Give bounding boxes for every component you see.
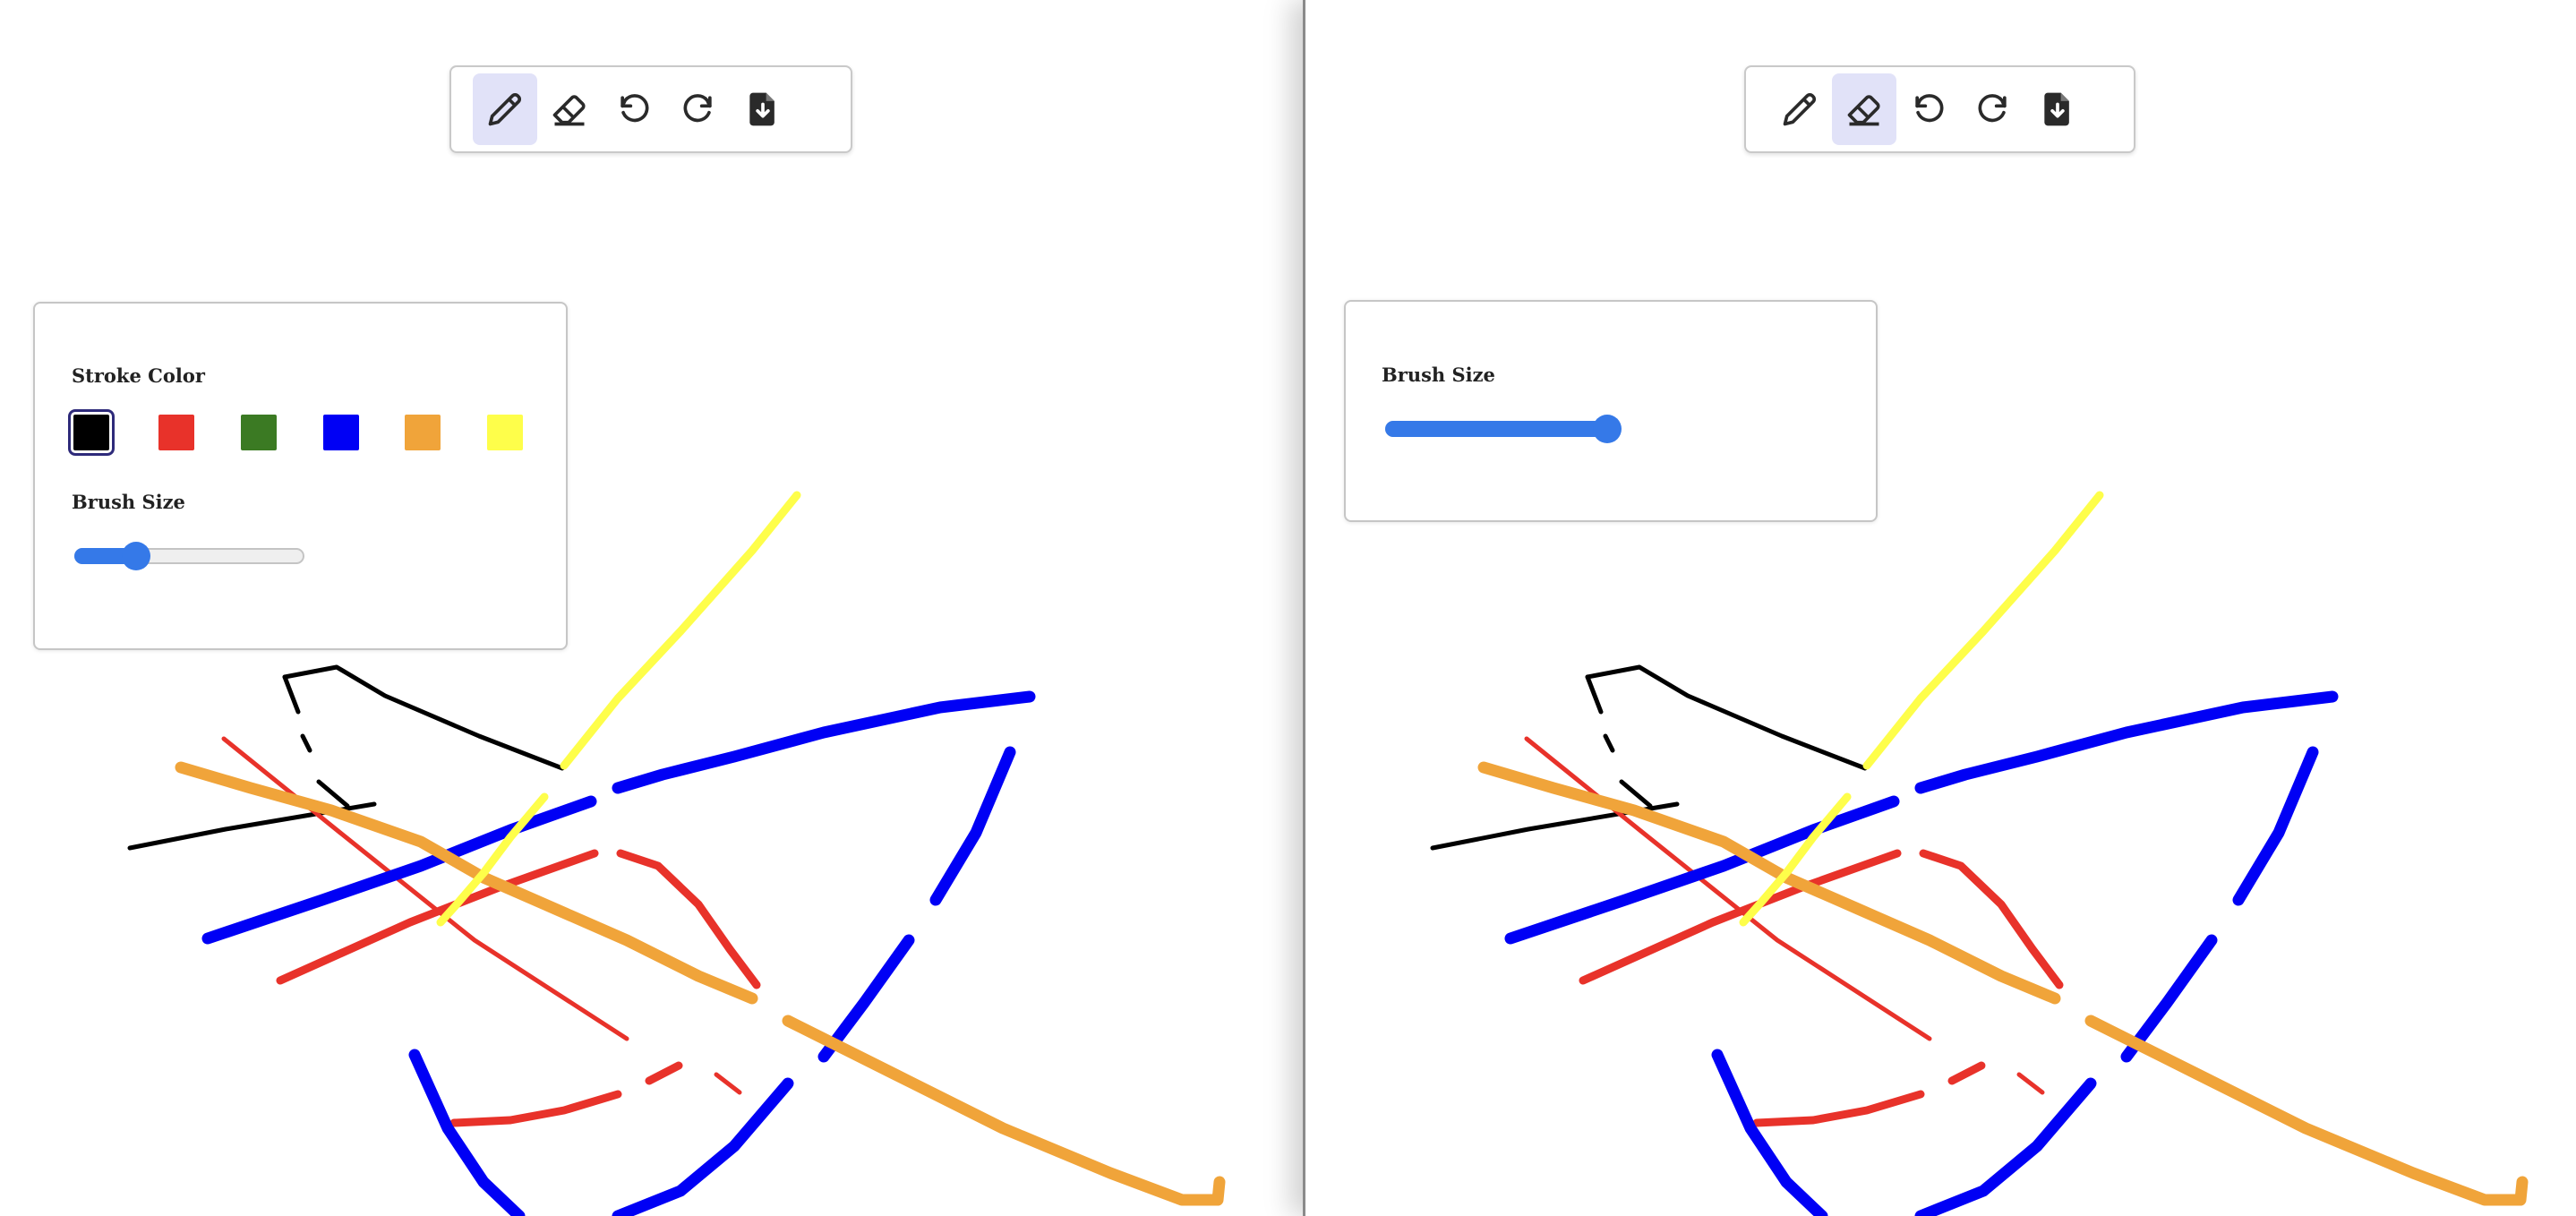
color-swatch-green[interactable] bbox=[241, 415, 277, 450]
drawing-app-eraser-mode: Brush Size bbox=[1303, 0, 2576, 1216]
red-stroke-diagonal bbox=[221, 736, 629, 1041]
drawing-app-pencil-mode: Stroke Color Brush Size bbox=[0, 0, 1303, 1216]
drawing-canvas[interactable] bbox=[1305, 0, 2576, 1216]
undo-icon bbox=[1915, 94, 1944, 123]
slider-thumb[interactable] bbox=[1593, 415, 1622, 443]
toolbar bbox=[1744, 65, 2135, 153]
red-stroke-diagonal-end bbox=[714, 1072, 742, 1095]
file-download-icon bbox=[2044, 92, 2069, 126]
blue-stroke-bottom bbox=[612, 1077, 794, 1216]
black-stroke-hook bbox=[1585, 674, 1604, 715]
brush-size-label: Brush Size bbox=[1382, 364, 1495, 386]
slider-fill bbox=[1385, 421, 1615, 437]
eraser-icon bbox=[1847, 95, 1880, 126]
color-swatch-yellow[interactable] bbox=[487, 415, 523, 450]
undo-button[interactable] bbox=[1896, 73, 1961, 145]
stroke-color-label: Stroke Color bbox=[72, 364, 205, 387]
blue-stroke-upper bbox=[1914, 690, 2339, 794]
blue-stroke-right bbox=[929, 746, 1016, 906]
red-stroke-cross bbox=[276, 849, 599, 985]
save-button[interactable] bbox=[2025, 73, 2090, 145]
undo-icon bbox=[620, 94, 649, 123]
blue-stroke-right bbox=[2232, 746, 2319, 906]
yellow-stroke-top bbox=[560, 491, 801, 770]
redo-button[interactable] bbox=[666, 73, 731, 145]
black-stroke-hook-lower bbox=[1603, 733, 1615, 753]
blue-stroke-left-curve bbox=[1711, 1049, 1828, 1216]
color-swatch-blue[interactable] bbox=[323, 415, 359, 450]
undo-button[interactable] bbox=[602, 73, 666, 145]
red-stroke-bottom bbox=[1752, 1090, 1925, 1127]
orange-stroke-main bbox=[175, 761, 758, 1005]
settings-panel: Brush Size bbox=[1344, 300, 1878, 522]
red-stroke-bottom bbox=[449, 1090, 622, 1127]
toolbar bbox=[449, 65, 852, 153]
pencil-icon bbox=[1783, 92, 1817, 126]
black-stroke-hook bbox=[282, 674, 301, 715]
pencil-tool-button[interactable] bbox=[473, 73, 537, 145]
black-stroke-upper bbox=[1585, 664, 1868, 771]
orange-stroke-tail bbox=[782, 1015, 1226, 1206]
pencil-icon bbox=[488, 92, 522, 126]
save-button[interactable] bbox=[731, 73, 795, 145]
black-stroke-hook-lower bbox=[300, 733, 312, 753]
orange-stroke-main bbox=[1477, 761, 2061, 1005]
brush-size-label: Brush Size bbox=[72, 491, 185, 513]
slider-thumb[interactable] bbox=[121, 542, 150, 570]
yellow-stroke-top bbox=[1862, 491, 2104, 770]
red-stroke-bottom-end bbox=[1947, 1061, 1986, 1085]
orange-stroke-tail bbox=[2084, 1015, 2529, 1206]
eraser-tool-button[interactable] bbox=[1832, 73, 1896, 145]
redo-icon bbox=[683, 94, 712, 123]
red-stroke-bottom-end bbox=[645, 1061, 683, 1085]
redo-button[interactable] bbox=[1961, 73, 2025, 145]
red-stroke-diagonal-end bbox=[2016, 1072, 2045, 1095]
settings-panel: Stroke Color Brush Size bbox=[33, 302, 568, 650]
blue-stroke-bottom bbox=[1914, 1077, 2097, 1216]
eraser-icon bbox=[552, 95, 586, 126]
blue-stroke-left-curve bbox=[408, 1049, 526, 1216]
color-swatch-red[interactable] bbox=[158, 415, 194, 450]
red-stroke-diagonal bbox=[1524, 736, 1932, 1041]
pencil-tool-button[interactable] bbox=[1767, 73, 1832, 145]
black-stroke-upper bbox=[282, 664, 565, 771]
file-download-icon bbox=[749, 92, 775, 126]
red-stroke-cross bbox=[1579, 849, 1902, 985]
eraser-tool-button[interactable] bbox=[537, 73, 602, 145]
color-swatch-black[interactable] bbox=[68, 409, 115, 456]
redo-icon bbox=[1978, 94, 2007, 123]
blue-stroke-upper bbox=[612, 690, 1036, 794]
color-swatch-orange[interactable] bbox=[405, 415, 441, 450]
